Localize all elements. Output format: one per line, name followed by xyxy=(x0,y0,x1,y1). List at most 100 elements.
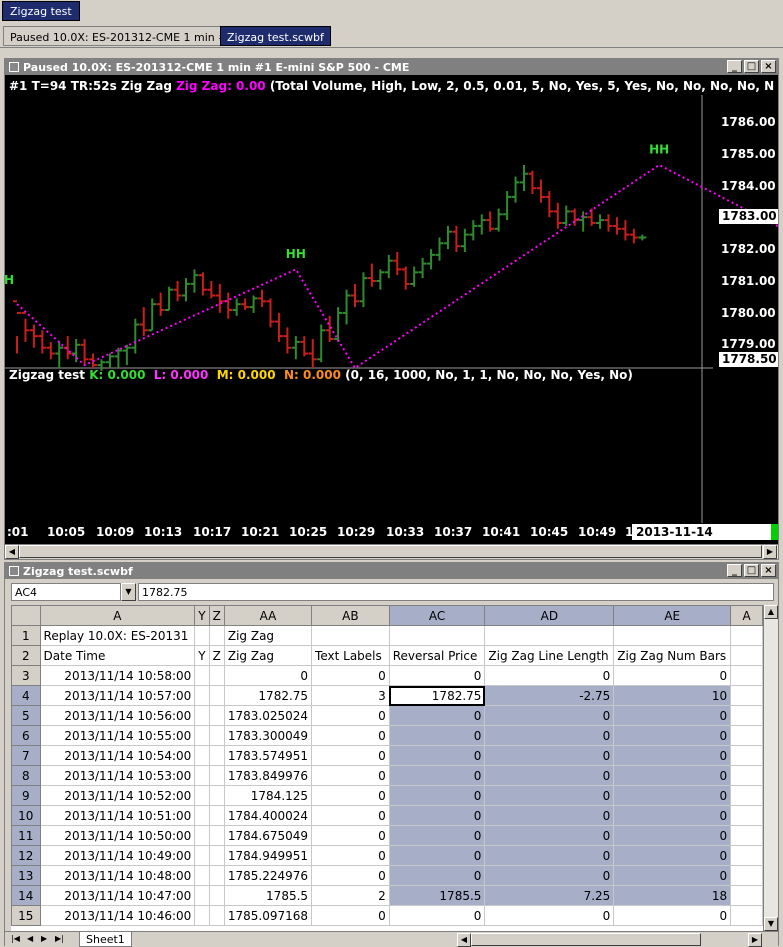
table-cell[interactable] xyxy=(730,865,763,886)
scroll-up-icon[interactable]: ▲ xyxy=(764,605,778,619)
table-cell[interactable]: 0 xyxy=(484,905,615,926)
table-cell[interactable] xyxy=(208,745,225,766)
table-cell[interactable]: 0 xyxy=(613,765,732,786)
table-cell[interactable] xyxy=(194,705,210,726)
minimize-button[interactable]: _ xyxy=(727,564,742,577)
table-cell[interactable]: 0 xyxy=(484,865,615,886)
table-cell[interactable]: 0 xyxy=(311,765,390,786)
table-cell[interactable]: Reversal Price xyxy=(388,645,486,666)
table-cell[interactable] xyxy=(730,885,763,906)
table-cell[interactable] xyxy=(208,885,225,906)
table-cell[interactable]: 0 xyxy=(613,865,732,886)
table-cell[interactable]: 0 xyxy=(613,705,732,726)
table-cell[interactable]: 0 xyxy=(311,865,390,886)
table-cell[interactable] xyxy=(208,665,225,686)
col-header-ae[interactable]: AE xyxy=(613,605,732,626)
table-cell[interactable]: Zig Zag Line Length xyxy=(484,645,615,666)
table-cell[interactable]: Zig Zag xyxy=(223,645,313,666)
table-cell[interactable]: 0 xyxy=(613,785,732,806)
table-cell[interactable]: 10 xyxy=(613,685,732,706)
table-cell[interactable]: 1782.75 xyxy=(223,685,313,706)
table-cell[interactable]: 1782.75 xyxy=(388,685,486,706)
scroll-right-icon[interactable]: ▶ xyxy=(748,933,762,947)
row-header[interactable]: 4 xyxy=(11,685,41,706)
scroll-right-icon[interactable]: ▶ xyxy=(763,545,777,559)
tab-chart[interactable]: Paused 10.0X: ES-201312-CME 1 min #1 xyxy=(3,26,242,46)
table-cell[interactable]: Zig Zag Num Bars xyxy=(613,645,732,666)
table-cell[interactable] xyxy=(194,665,210,686)
table-cell[interactable]: 0 xyxy=(311,665,390,686)
minimize-button[interactable]: _ xyxy=(727,60,742,73)
table-cell[interactable]: -2.75 xyxy=(484,685,615,706)
table-cell[interactable]: 2013/11/14 10:57:00 xyxy=(39,685,196,706)
table-cell[interactable] xyxy=(194,845,210,866)
table-cell[interactable]: 2013/11/14 10:47:00 xyxy=(39,885,196,906)
table-cell[interactable] xyxy=(730,745,763,766)
app-tab-zigzag-test[interactable]: Zigzag test xyxy=(2,1,80,21)
table-cell[interactable]: Y xyxy=(194,645,210,666)
table-cell[interactable]: 2013/11/14 10:51:00 xyxy=(39,805,196,826)
row-header[interactable]: 12 xyxy=(11,845,41,866)
table-cell[interactable] xyxy=(730,785,763,806)
row-header[interactable]: 3 xyxy=(11,665,41,686)
table-cell[interactable]: 1784.949951 xyxy=(223,845,313,866)
table-cell[interactable] xyxy=(194,785,210,806)
table-cell[interactable]: 0 xyxy=(484,745,615,766)
table-cell[interactable] xyxy=(208,825,225,846)
table-cell[interactable]: 18 xyxy=(613,885,732,906)
table-cell[interactable] xyxy=(730,825,763,846)
table-cell[interactable]: 2013/11/14 10:48:00 xyxy=(39,865,196,886)
table-cell[interactable]: 0 xyxy=(388,825,486,846)
table-cell[interactable]: 0 xyxy=(388,865,486,886)
table-cell[interactable]: 0 xyxy=(388,745,486,766)
table-cell[interactable]: 0 xyxy=(484,665,615,686)
table-cell[interactable]: 0 xyxy=(613,905,732,926)
col-header-ad[interactable]: AD xyxy=(484,605,615,626)
sheet-tab-sheet1[interactable]: Sheet1 xyxy=(79,932,132,947)
table-cell[interactable] xyxy=(208,625,225,646)
last-sheet-icon[interactable]: ▶| xyxy=(55,934,64,943)
table-cell[interactable] xyxy=(194,825,210,846)
table-cell[interactable] xyxy=(208,845,225,866)
prev-sheet-icon[interactable]: ◀ xyxy=(27,934,33,943)
table-cell[interactable]: 2013/11/14 10:54:00 xyxy=(39,745,196,766)
table-cell[interactable]: 0 xyxy=(388,845,486,866)
table-cell[interactable]: 1783.849976 xyxy=(223,765,313,786)
tab-spreadsheet[interactable]: Zigzag test.scwbf xyxy=(220,26,331,46)
table-cell[interactable]: 2013/11/14 10:46:00 xyxy=(39,905,196,926)
sheet-titlebar[interactable]: Zigzag test.scwbf _ □ × xyxy=(5,563,778,579)
row-header[interactable]: 15 xyxy=(11,905,41,926)
row-header[interactable]: 2 xyxy=(11,645,41,666)
col-header-ab[interactable]: AB xyxy=(311,605,390,626)
table-cell[interactable] xyxy=(730,625,763,646)
chart-titlebar[interactable]: Paused 10.0X: ES-201312-CME 1 min #1 E-m… xyxy=(5,59,778,75)
col-header-ac[interactable]: AC xyxy=(388,605,486,626)
table-cell[interactable]: 1784.675049 xyxy=(223,825,313,846)
table-cell[interactable]: 0 xyxy=(388,805,486,826)
table-cell[interactable] xyxy=(484,625,615,646)
table-cell[interactable]: 0 xyxy=(613,825,732,846)
sheet-vertical-scrollbar[interactable]: ▲ ▼ xyxy=(763,605,778,931)
table-cell[interactable] xyxy=(208,765,225,786)
table-cell[interactable] xyxy=(388,625,486,646)
table-cell[interactable] xyxy=(730,665,763,686)
chart-scroll-thumb[interactable] xyxy=(19,545,762,558)
row-header[interactable]: 8 xyxy=(11,765,41,786)
row-header[interactable]: 6 xyxy=(11,725,41,746)
maximize-button[interactable]: □ xyxy=(744,60,759,73)
scroll-left-icon[interactable]: ◀ xyxy=(5,545,19,559)
sheet-scroll-thumb[interactable] xyxy=(471,933,701,946)
col-header-y[interactable]: Y xyxy=(194,605,210,626)
table-cell[interactable] xyxy=(208,805,225,826)
table-cell[interactable]: 0 xyxy=(484,805,615,826)
row-header[interactable]: 1 xyxy=(11,625,41,646)
table-cell[interactable]: 1785.224976 xyxy=(223,865,313,886)
chevron-down-icon[interactable]: ▼ xyxy=(121,583,136,601)
table-cell[interactable] xyxy=(208,865,225,886)
next-sheet-icon[interactable]: ▶ xyxy=(41,934,47,943)
table-cell[interactable]: 0 xyxy=(311,905,390,926)
row-header[interactable]: 7 xyxy=(11,745,41,766)
table-cell[interactable] xyxy=(194,885,210,906)
col-header-a[interactable]: A xyxy=(39,605,196,626)
table-cell[interactable]: Date Time xyxy=(39,645,196,666)
